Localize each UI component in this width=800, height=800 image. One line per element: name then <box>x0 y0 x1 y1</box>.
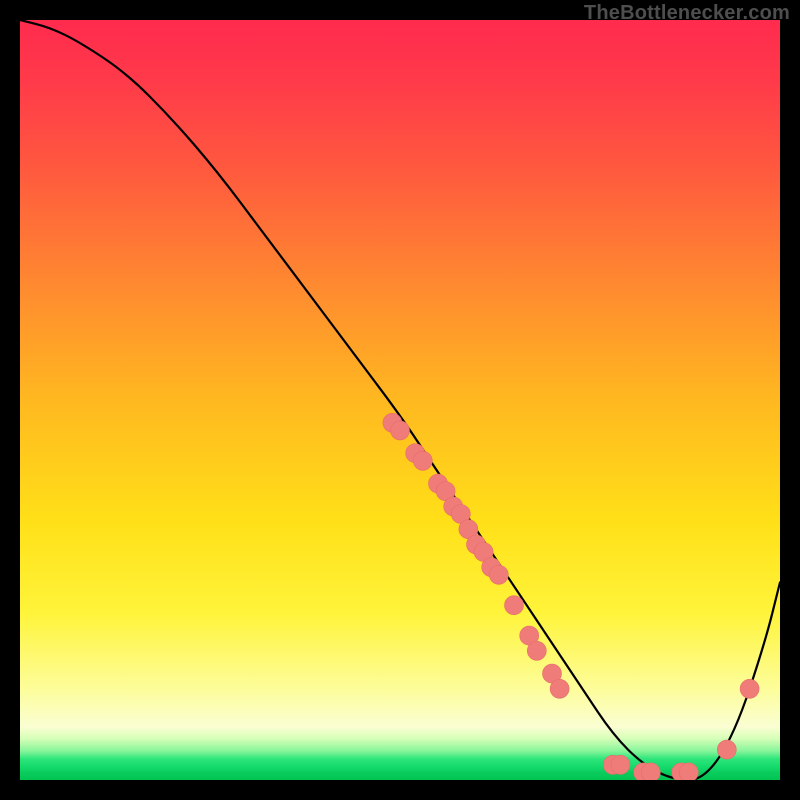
data-point <box>641 763 660 780</box>
data-point <box>717 740 736 759</box>
data-point <box>413 451 432 470</box>
chart-container: { "credit": "TheBottlenecker.com", "char… <box>0 0 800 800</box>
data-point <box>505 596 524 615</box>
data-point <box>391 421 410 440</box>
plot-area <box>20 20 780 780</box>
bottleneck-curve <box>20 20 780 780</box>
data-point <box>679 763 698 780</box>
data-point <box>489 565 508 584</box>
data-point <box>611 755 630 774</box>
data-point <box>550 679 569 698</box>
data-points <box>383 413 759 780</box>
data-point <box>740 679 759 698</box>
data-point <box>527 641 546 660</box>
chart-svg <box>20 20 780 780</box>
